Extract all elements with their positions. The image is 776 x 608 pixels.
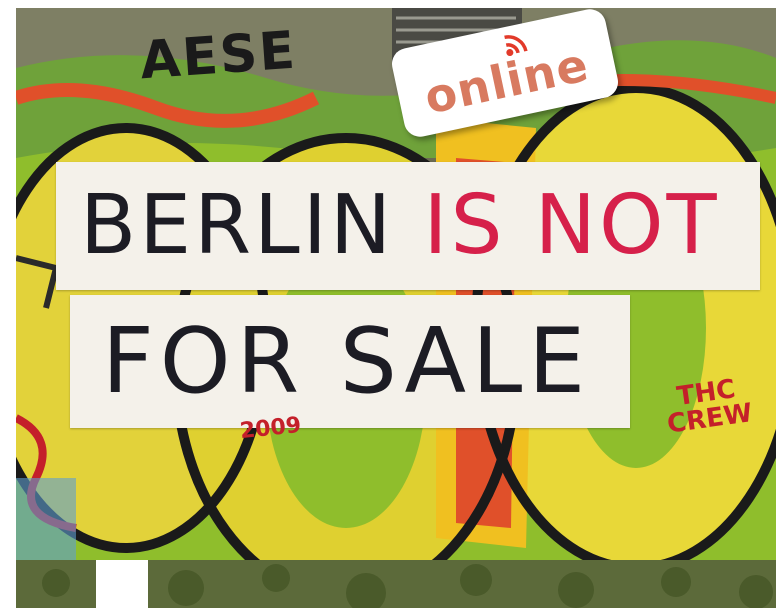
poster-words-for-sale: FOR SALE <box>102 308 592 414</box>
poster-line-2: FOR SALE <box>70 295 630 428</box>
poster-word-berlin: BERLIN <box>80 178 424 273</box>
poster-line-1: BERLIN IS NOT <box>56 162 760 290</box>
poster-words-is-not: IS NOT <box>423 178 720 273</box>
photo-canvas: AESE BERLIN IS NOT FOR SALE 2009 THC CRE… <box>0 0 776 608</box>
poster-line-1-text: BERLIN IS NOT <box>80 185 720 267</box>
graffiti-tag-top: AESE <box>138 20 299 92</box>
corner-white-tile <box>96 560 148 608</box>
